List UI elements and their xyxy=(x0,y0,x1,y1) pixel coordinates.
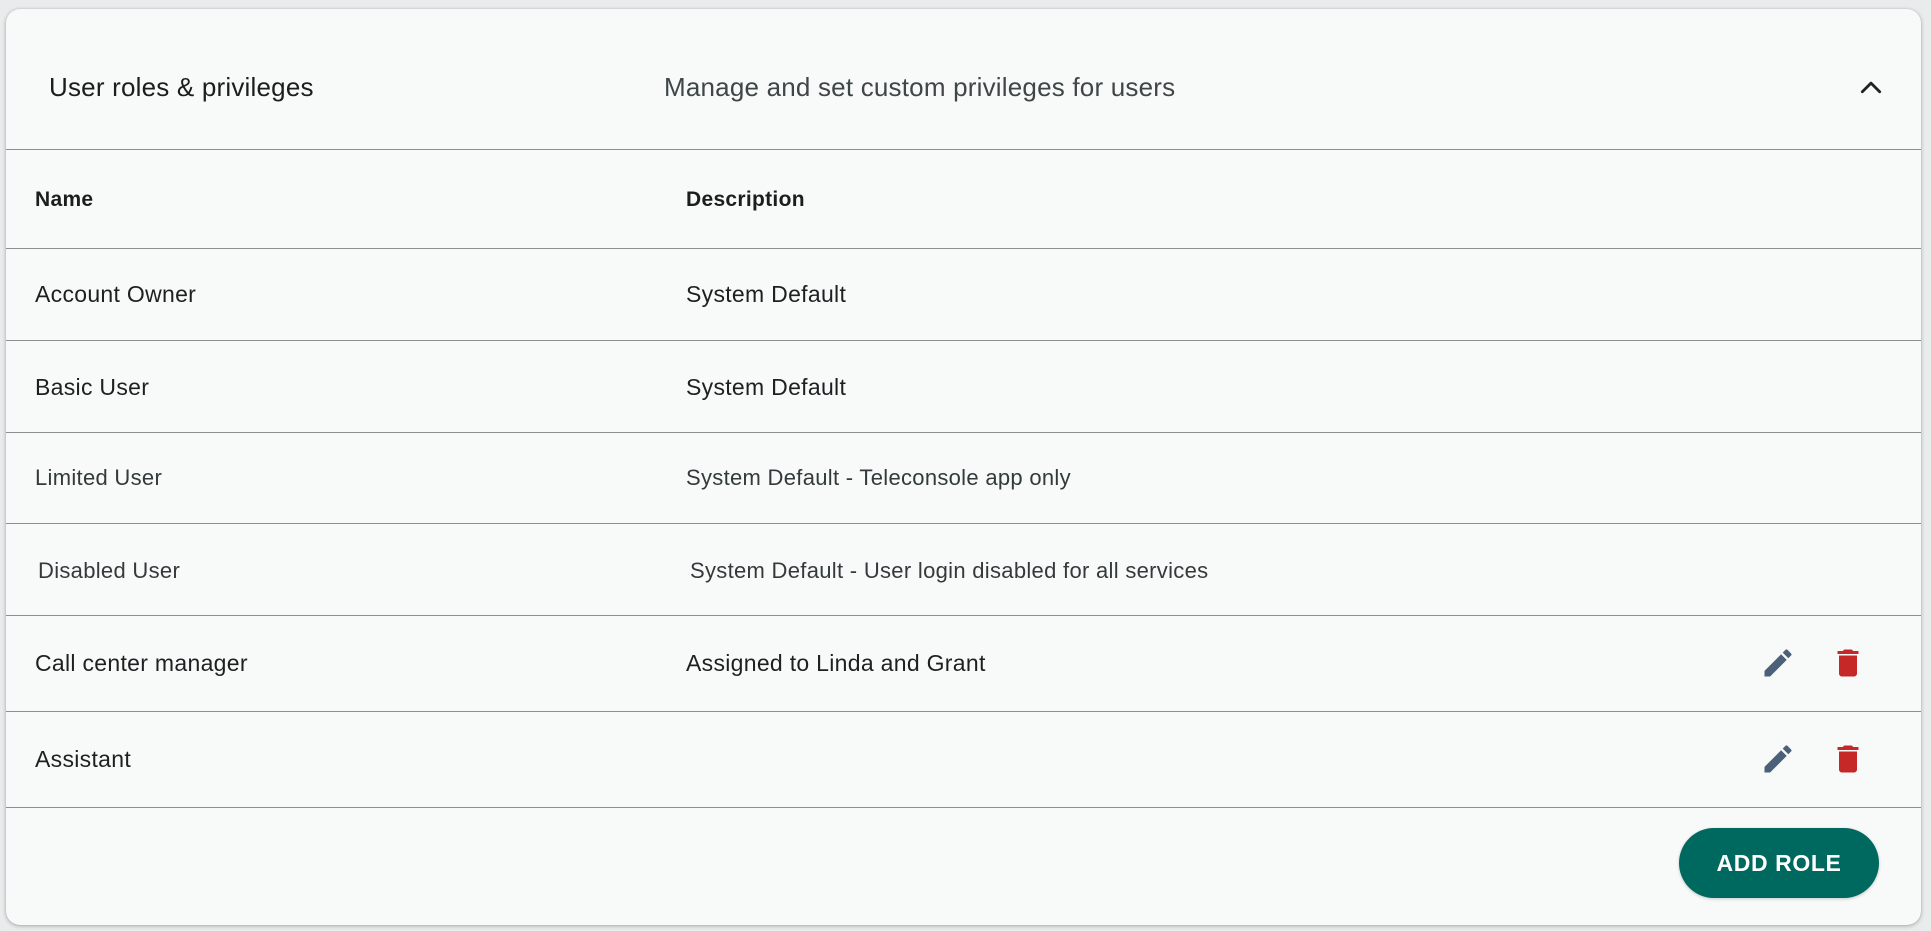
add-role-button[interactable]: ADD ROLE xyxy=(1679,828,1879,898)
role-name: Account Owner xyxy=(35,281,197,307)
table-row: Limited User System Default - Teleconsol… xyxy=(6,433,1921,524)
delete-role-button[interactable] xyxy=(1826,641,1870,685)
panel-subtitle: Manage and set custom privileges for use… xyxy=(664,72,1176,102)
role-description: Assigned to Linda and Grant xyxy=(686,650,986,676)
row-actions xyxy=(1756,641,1870,685)
table-row: Assistant xyxy=(6,712,1921,808)
chevron-up-icon xyxy=(1860,81,1882,94)
role-description: System Default - User login disabled for… xyxy=(690,558,1209,583)
trash-icon xyxy=(1837,745,1859,773)
table-row: Disabled User System Default - User logi… xyxy=(6,524,1921,616)
table-row: Account Owner System Default xyxy=(6,249,1921,341)
role-name: Call center manager xyxy=(35,650,248,676)
edit-role-button[interactable] xyxy=(1756,641,1800,685)
trash-icon xyxy=(1837,649,1859,677)
table-row: Basic User System Default xyxy=(6,341,1921,433)
role-name: Basic User xyxy=(35,374,150,400)
pencil-icon xyxy=(1764,745,1792,773)
roles-table: Name Description Account Owner System De… xyxy=(6,150,1921,808)
column-header-description: Description xyxy=(686,188,805,211)
role-name: Limited User xyxy=(35,465,163,490)
role-description: System Default - Teleconsole app only xyxy=(686,465,1071,490)
role-name: Assistant xyxy=(35,746,132,772)
row-actions xyxy=(1756,737,1870,781)
role-name: Disabled User xyxy=(38,558,181,583)
collapse-button[interactable] xyxy=(1852,69,1890,107)
panel-title: User roles & privileges xyxy=(49,72,314,102)
edit-role-button[interactable] xyxy=(1756,737,1800,781)
table-header-row: Name Description xyxy=(6,150,1921,249)
user-roles-panel: User roles & privileges Manage and set c… xyxy=(6,9,1921,925)
role-description: System Default xyxy=(686,374,847,400)
role-description: System Default xyxy=(686,281,847,307)
panel-header[interactable]: User roles & privileges Manage and set c… xyxy=(6,9,1921,150)
table-row: Call center manager Assigned to Linda an… xyxy=(6,616,1921,712)
pencil-icon xyxy=(1764,649,1792,677)
delete-role-button[interactable] xyxy=(1826,737,1870,781)
column-header-name: Name xyxy=(35,188,94,211)
